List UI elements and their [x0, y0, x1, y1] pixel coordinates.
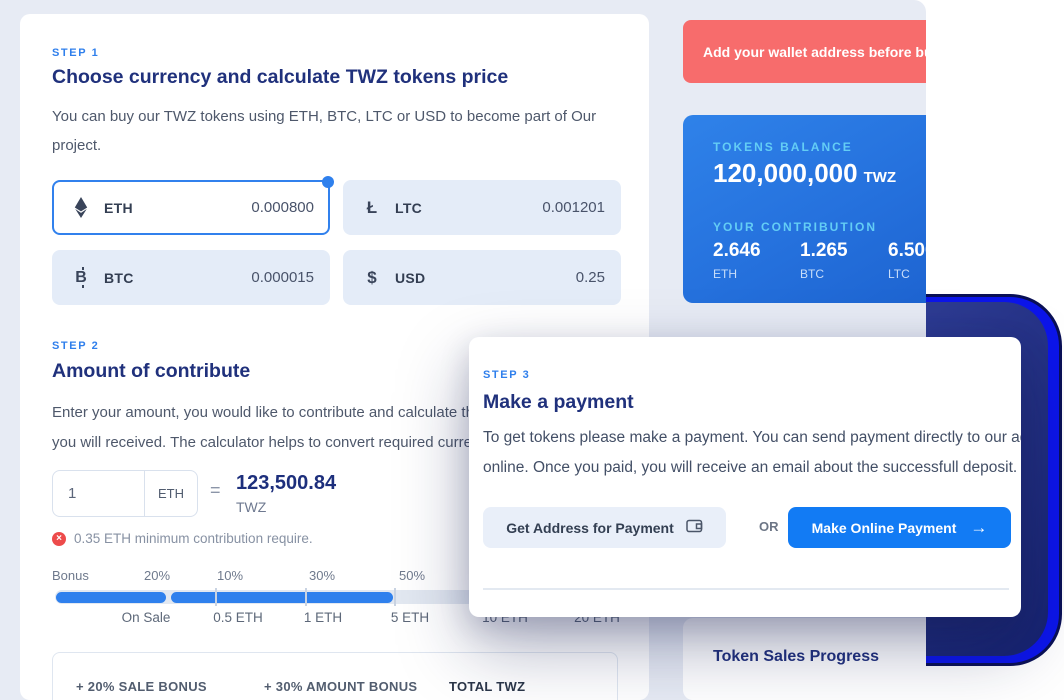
token-sales-progress-title: Token Sales Progress	[713, 648, 879, 666]
sale-bonus-label: + 20% SALE BONUS	[76, 679, 207, 694]
contribution-eth: 2.646 ETH	[713, 240, 761, 281]
selected-indicator-dot	[322, 176, 334, 188]
ico-dashboard: STEP 1 Choose currency and calculate TWZ…	[0, 0, 1064, 700]
token-result-value: 123,500.84	[236, 472, 336, 495]
contribution-value: 1.265	[800, 240, 848, 262]
error-icon: ×	[52, 532, 66, 546]
litecoin-icon: Ł	[361, 198, 383, 218]
total-twz-label: TOTAL TWZ	[449, 679, 525, 694]
bonus-progress-fill	[171, 592, 393, 603]
currency-rate: 0.000015	[251, 269, 314, 286]
modal-divider	[483, 588, 1009, 590]
contribution-currency: BTC	[800, 267, 848, 281]
step3-label: STEP 3	[483, 369, 530, 381]
token-result-unit: TWZ	[236, 499, 266, 515]
currency-tile-eth[interactable]: ETH 0.000800	[52, 180, 330, 235]
currency-tile-usd[interactable]: $ USD 0.25	[343, 250, 621, 305]
scale-tick	[215, 588, 217, 606]
scale-label: On Sale	[122, 610, 171, 625]
bonus-percent: 10%	[217, 568, 243, 583]
currency-tile-ltc[interactable]: Ł LTC 0.001201	[343, 180, 621, 235]
contribution-ltc: 6.500 LTC	[888, 240, 926, 281]
balance-unit: TWZ	[864, 169, 896, 186]
payment-modal: STEP 3 Make a payment To get tokens plea…	[469, 337, 1021, 617]
step1-title: Choose currency and calculate TWZ tokens…	[52, 66, 508, 89]
step1-description: You can buy our TWZ tokens using ETH, BT…	[52, 102, 627, 160]
scale-label: 5 ETH	[391, 610, 429, 625]
step3-description-line2: online. Once you paid, you will receive …	[483, 459, 1017, 477]
contribution-value: 2.646	[713, 240, 761, 262]
dollar-icon: $	[361, 268, 383, 288]
arrow-right-icon: →	[970, 518, 987, 538]
amount-currency-suffix: ETH	[144, 471, 197, 516]
contribution-currency: LTC	[888, 267, 926, 281]
error-text: 0.35 ETH minimum contribution require.	[74, 531, 313, 546]
step3-title: Make a payment	[483, 391, 634, 414]
amount-value[interactable]: 1	[53, 485, 144, 502]
currency-code: USD	[395, 270, 425, 286]
bonus-percent: 30%	[309, 568, 335, 583]
bonus-label: Bonus	[52, 568, 89, 583]
token-sales-progress-card: Token Sales Progress	[683, 618, 926, 700]
scale-tick	[394, 588, 396, 606]
contribution-currency: ETH	[713, 267, 761, 281]
make-online-payment-button[interactable]: Make Online Payment →	[788, 507, 1011, 548]
tokens-balance-card: TOKENS BALANCE 120,000,000 TWZ YOUR CONTR…	[683, 115, 926, 303]
scale-label: 1 ETH	[304, 610, 342, 625]
alert-text: Add your wallet address before buying	[703, 44, 926, 60]
bonus-summary-box: + 20% SALE BONUS + 30% AMOUNT BONUS TOTA…	[52, 652, 618, 700]
balance-number: 120,000,000	[713, 158, 858, 188]
amount-input[interactable]: 1 ETH	[52, 470, 198, 517]
currency-tile-btc[interactable]: B BTC 0.000015	[52, 250, 330, 305]
currency-code: BTC	[104, 270, 134, 286]
currency-rate: 0.001201	[542, 199, 605, 216]
currency-rate: 0.25	[576, 269, 605, 286]
get-address-label: Get Address for Payment	[506, 520, 674, 536]
get-address-button[interactable]: Get Address for Payment	[483, 507, 726, 548]
currency-code: LTC	[395, 200, 422, 216]
contribution-label: YOUR CONTRIBUTION	[713, 220, 877, 234]
step3-description-line1: To get tokens please make a payment. You…	[483, 429, 1021, 447]
step2-description-line2: you will received. The calculator helps …	[52, 428, 498, 457]
online-payment-label: Make Online Payment	[812, 520, 957, 536]
currency-rate: 0.000800	[251, 199, 314, 216]
step2-label: STEP 2	[52, 340, 99, 352]
step1-label: STEP 1	[52, 47, 99, 59]
bonus-percent: 20%	[144, 568, 170, 583]
ethereum-icon	[70, 197, 92, 218]
balance-value: 120,000,000 TWZ	[713, 158, 896, 189]
wallet-icon	[686, 519, 703, 536]
balance-label: TOKENS BALANCE	[713, 140, 853, 154]
contribution-value: 6.500	[888, 240, 926, 262]
scale-tick	[305, 588, 307, 606]
contribution-btc: 1.265 BTC	[800, 240, 848, 281]
bonus-progress-fill	[56, 592, 166, 603]
or-separator: OR	[759, 519, 779, 534]
scale-label: 0.5 ETH	[213, 610, 263, 625]
equals-sign: =	[210, 480, 221, 501]
bitcoin-icon: B	[70, 269, 92, 287]
currency-code: ETH	[104, 200, 133, 216]
step2-title: Amount of contribute	[52, 360, 250, 383]
bonus-percent: 50%	[399, 568, 425, 583]
step2-description-line1: Enter your amount, you would like to con…	[52, 398, 536, 427]
minimum-contribution-error: × 0.35 ETH minimum contribution require.	[52, 531, 313, 546]
wallet-address-alert: Add your wallet address before buying	[683, 20, 926, 83]
amount-bonus-label: + 30% AMOUNT BONUS	[264, 679, 417, 694]
